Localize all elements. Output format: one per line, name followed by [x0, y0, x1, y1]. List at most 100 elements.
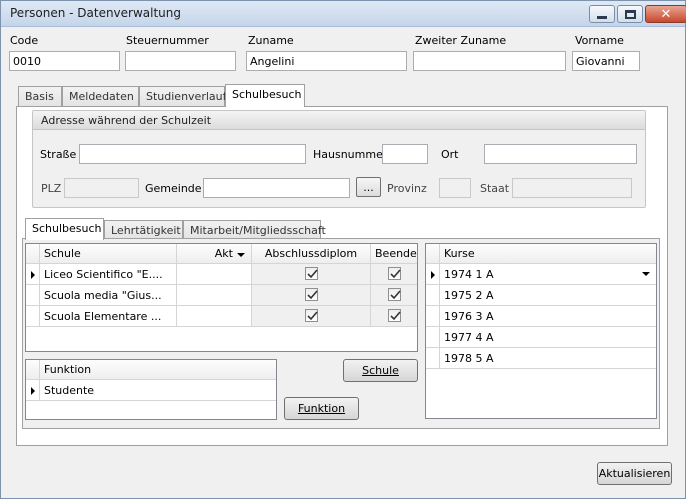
schule-button-label: Schule	[362, 364, 399, 377]
ort-input[interactable]	[484, 144, 637, 164]
aktualisieren-button[interactable]: Aktualisieren	[597, 462, 672, 485]
gemeinde-input[interactable]	[203, 178, 350, 198]
schule-cell[interactable]: Scuola Elementare ...	[40, 306, 177, 327]
row-indicator	[426, 285, 440, 306]
subtab-lehrtaetigkeit[interactable]: Lehrtätigkeit	[104, 220, 183, 239]
row-indicator	[426, 264, 440, 285]
abschlussdiplom-checkbox[interactable]	[305, 309, 318, 322]
steuernummer-label: Steuernummer	[126, 34, 209, 47]
gemeinde-lookup-button[interactable]: ...	[356, 177, 381, 197]
provinz-field	[439, 178, 471, 198]
provinz-label: Provinz	[387, 182, 427, 195]
gemeinde-label: Gemeinde	[145, 182, 202, 195]
tab-basis[interactable]: Basis	[18, 86, 62, 107]
minimize-icon	[597, 15, 607, 19]
column-header-kurse[interactable]: Kurse	[440, 244, 656, 264]
row-indicator	[426, 327, 440, 348]
row-indicator	[26, 306, 40, 327]
plz-field	[64, 178, 139, 198]
current-row-icon	[31, 387, 35, 395]
address-group-header: Adresse während der Schulzeit	[33, 111, 645, 130]
sort-desc-icon	[237, 253, 245, 257]
minimize-button[interactable]	[589, 5, 615, 23]
kurs-cell[interactable]: 1978 5 A	[440, 348, 656, 369]
chevron-down-icon[interactable]	[642, 272, 650, 276]
beendet-checkbox[interactable]	[388, 288, 401, 301]
row-indicator	[26, 264, 40, 285]
abschlussdiplom-cell	[252, 285, 371, 306]
checkmark-icon	[307, 290, 318, 300]
checkmark-icon	[307, 269, 318, 279]
zuname-input[interactable]	[246, 51, 407, 71]
akt-cell[interactable]	[177, 264, 252, 285]
tab-studienverlauf[interactable]: Studienverlauf	[139, 86, 227, 107]
abschlussdiplom-checkbox[interactable]	[305, 267, 318, 280]
code-input[interactable]	[9, 51, 120, 71]
column-header-schule[interactable]: Schule	[40, 244, 177, 264]
grid-corner	[426, 244, 440, 264]
current-row-icon	[431, 271, 435, 279]
grid-corner	[26, 360, 40, 380]
zuname-label: Zuname	[248, 34, 294, 47]
hausnummer-input[interactable]	[382, 144, 428, 164]
abschlussdiplom-cell	[252, 306, 371, 327]
kurs-cell[interactable]: 1975 2 A	[440, 285, 656, 306]
column-header-akt[interactable]: Akt	[177, 244, 252, 264]
staat-label: Staat	[480, 182, 510, 195]
beendet-checkbox[interactable]	[388, 309, 401, 322]
checkmark-icon	[307, 311, 318, 321]
zweiter-zuname-input[interactable]	[413, 51, 566, 71]
staat-field	[512, 178, 632, 198]
vorname-input[interactable]	[572, 51, 640, 71]
column-header-abschlussdiplom[interactable]: Abschlussdiplom	[252, 244, 371, 264]
row-indicator	[426, 306, 440, 327]
close-icon: ✕	[660, 6, 672, 22]
hausnummer-label: Hausnummer	[313, 148, 388, 161]
schule-cell[interactable]: Liceo Scientifico "E....	[40, 264, 177, 285]
beendet-cell	[371, 264, 417, 285]
checkmark-icon	[390, 290, 401, 300]
tab-schulbesuch[interactable]: Schulbesuch	[225, 84, 305, 107]
kurse-grid: Kurse 1974 1 A 1975 2 A 1976 3 A 1977 4 …	[425, 243, 657, 419]
column-header-funktion[interactable]: Funktion	[40, 360, 276, 380]
beendet-checkbox[interactable]	[388, 267, 401, 280]
zweiter-zuname-label: Zweiter Zuname	[415, 34, 507, 47]
row-indicator	[26, 285, 40, 306]
abschlussdiplom-checkbox[interactable]	[305, 288, 318, 301]
schule-button[interactable]: Schule	[343, 359, 418, 382]
row-indicator	[426, 348, 440, 369]
funktion-cell[interactable]: Studente	[40, 380, 276, 401]
tab-meldedaten[interactable]: Meldedaten	[62, 86, 139, 107]
kurs-cell[interactable]: 1974 1 A	[440, 264, 656, 285]
beendet-cell	[371, 306, 417, 327]
schule-cell[interactable]: Scuola media "Gius...	[40, 285, 177, 306]
beendet-cell	[371, 285, 417, 306]
ort-label: Ort	[441, 148, 459, 161]
funktion-button[interactable]: Funktion	[284, 397, 359, 420]
vorname-label: Vorname	[575, 34, 624, 47]
aktualisieren-button-label: Aktualisieren	[598, 467, 671, 480]
maximize-icon	[624, 9, 636, 19]
current-row-icon	[31, 271, 35, 279]
subtab-schulbesuch[interactable]: Schulbesuch	[25, 218, 104, 240]
kurs-cell[interactable]: 1976 3 A	[440, 306, 656, 327]
steuernummer-input[interactable]	[125, 51, 236, 71]
kurs-cell[interactable]: 1977 4 A	[440, 327, 656, 348]
akt-cell[interactable]	[177, 306, 252, 327]
column-header-beendet[interactable]: Beendet	[371, 244, 417, 264]
akt-header-label: Akt	[214, 247, 233, 260]
title-bar: Personen - Datenverwaltung ✕	[1, 1, 686, 27]
strasse-input[interactable]	[79, 144, 306, 164]
close-button[interactable]: ✕	[645, 5, 686, 23]
funktion-grid: Funktion Studente	[25, 359, 277, 420]
kurs-value: 1974 1 A	[444, 268, 494, 281]
main-window: Personen - Datenverwaltung ✕ Code Steuer…	[0, 0, 686, 499]
grid-corner	[26, 244, 40, 264]
row-indicator	[26, 380, 40, 401]
akt-cell[interactable]	[177, 285, 252, 306]
subtab-mitarbeit[interactable]: Mitarbeit/Mitgliedsschaft	[183, 220, 326, 239]
maximize-button[interactable]	[617, 5, 643, 23]
window-title: Personen - Datenverwaltung	[10, 6, 182, 20]
abschlussdiplom-cell	[252, 264, 371, 285]
checkmark-icon	[390, 269, 401, 279]
